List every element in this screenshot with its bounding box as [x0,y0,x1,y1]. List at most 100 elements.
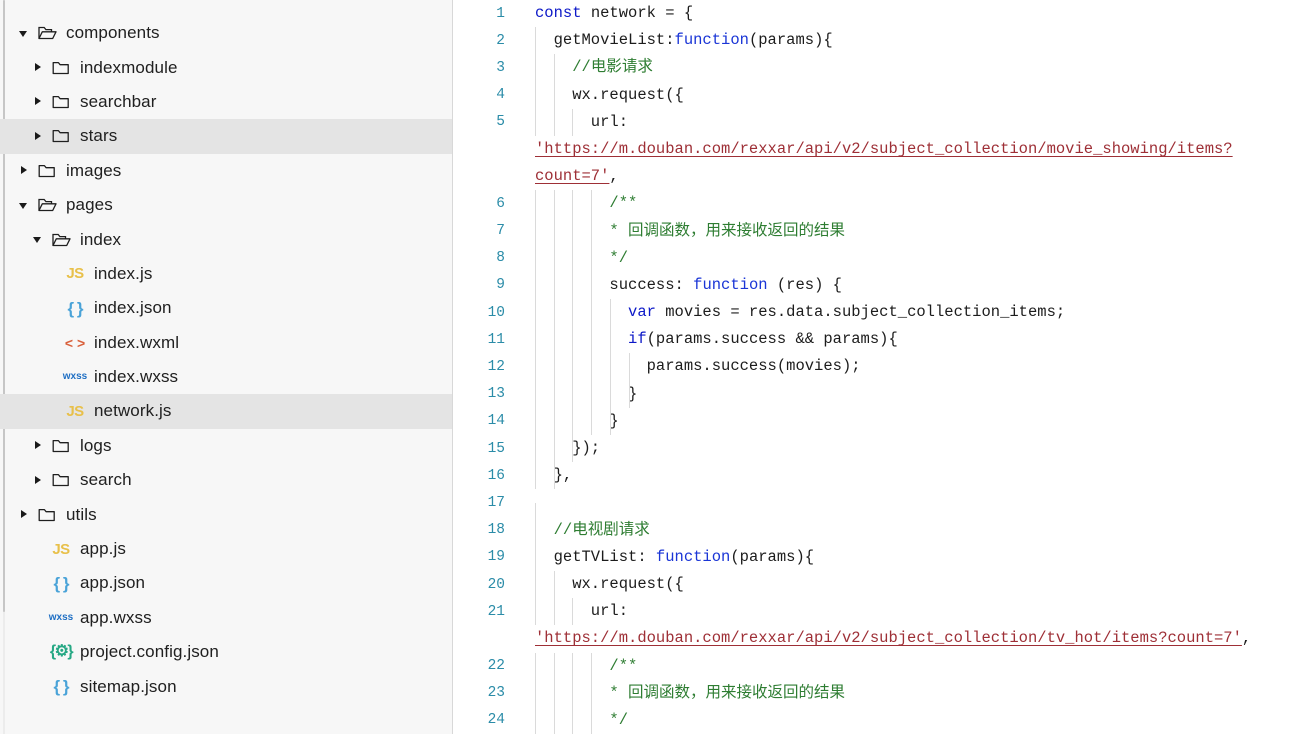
file-type-badge: JS [52,540,70,558]
code-line: 18 //电视剧请求 [453,516,1311,544]
indent-guide [535,543,536,571]
wxml-file-icon: < > [62,336,88,350]
code-token: count=7' [535,167,610,186]
indent-guide [572,299,574,327]
json-file-icon: { } [48,575,74,592]
line-number: 12 [487,359,505,376]
code-line: 16 }, [453,462,1311,490]
line-number: 5 [496,114,505,131]
json-file-icon: { } [48,678,74,695]
folder-icon [48,60,74,76]
code-line: 19 getTVList: function(params){ [453,543,1311,571]
code-line: 2 getMovieList:function(params){ [453,27,1311,55]
indent-guide [535,299,536,327]
tree-item-index-wxml[interactable]: < > index.wxml [0,326,452,360]
chevron-right-icon[interactable] [32,61,45,74]
indent-guide [535,516,536,544]
tree-item-index-js[interactable]: JS index.js [0,257,452,291]
folder-icon [48,94,74,110]
chevron-right-icon[interactable] [32,95,45,108]
chevron-down-icon[interactable] [18,199,31,212]
tree-item-pages[interactable]: pages [0,188,452,222]
tree-item-stars[interactable]: stars [0,119,452,154]
tree-item-app-json[interactable]: { } app.json [0,566,452,600]
chevron-right-icon[interactable] [32,130,45,143]
tree-item-label: index.js [94,263,153,283]
chevron-down-icon[interactable] [32,233,45,246]
indent-guide [535,244,536,272]
code-text: if(params.success && params){ [535,326,898,354]
file-type-badge: { } [53,573,70,593]
indent-guide [553,353,555,381]
code-line: 7 * 回调函数，用来接收返回的结果 [453,217,1311,245]
code-line: 1 const network = { [453,0,1311,27]
tree-item-logs[interactable]: logs [0,429,452,463]
line-number: 10 [487,304,505,321]
code-line: 22 /** [453,652,1311,680]
indent-guide [572,435,574,463]
code-line: 3 //电影请求 [453,54,1311,82]
indent-guide [609,353,611,381]
indent-guide [591,190,593,218]
indent-guide [591,244,593,272]
code-text: } [535,407,619,435]
code-token: function [674,31,749,50]
file-explorer-sidebar: components indexmodule searchbar stars image… [0,0,453,734]
chevron-right-icon[interactable] [18,164,31,177]
indent-guide [553,299,555,327]
line-number: 7 [496,223,505,240]
chevron-right-icon[interactable] [18,508,31,521]
tree-item-index-wxss[interactable]: wxss index.wxss [0,360,452,394]
chevron-right-icon[interactable] [32,439,45,452]
line-number: 19 [487,549,505,566]
code-token: , [1241,629,1252,648]
code-editor[interactable]: 1 const network = {2 getMovieList:functio… [453,0,1311,734]
code-text: }); [535,435,600,463]
tree-item-components[interactable]: components [0,16,452,50]
code-text: //电影请求 [535,54,653,82]
indent-guide [591,271,593,300]
indent-guide [553,652,555,680]
tree-item-images[interactable]: images [0,154,452,188]
tree-item-project-config-json[interactable]: {⚙} project.config.json [0,635,452,669]
code-line: 23 * 回调函数，用来接收返回的结果 [453,679,1311,707]
code-text: url: [535,108,628,136]
indent-guide [553,679,555,707]
tree-item-sitemap-json[interactable]: { } sitemap.json [0,669,452,703]
code-token: if [628,330,647,349]
tree-item-app-wxss[interactable]: wxss app.wxss [0,601,452,635]
folder-open-icon [34,25,60,41]
indent-guide [572,190,574,218]
code-text: }, [535,462,572,490]
line-number: 15 [487,440,505,457]
code-line: 24 */ [453,706,1311,734]
code-line: 14 } [453,407,1311,435]
indent-guide [535,570,536,599]
code-line-wrapped: 'https://m.douban.com/rexxar/api/v2/subj… [453,136,1311,163]
tree-item-indexmodule[interactable]: indexmodule [0,50,452,84]
code-token: /** [609,656,638,675]
line-number: 23 [487,685,505,702]
tree-item-utils[interactable]: utils [0,497,452,531]
code-token: wx.request({ [535,85,684,104]
code-token: getTVList: [535,547,656,566]
tree-item-search[interactable]: search [0,463,452,497]
json-file-icon: { } [62,300,88,317]
tree-item-index-json[interactable]: { } index.json [0,291,452,325]
code-line: 12 params.success(movies); [453,353,1311,381]
code-token: /** [609,194,638,213]
indent-guide [553,108,555,136]
indent-guide [572,108,574,136]
indent-guide [553,407,555,435]
chevron-down-icon[interactable] [18,27,31,40]
indent-guide [535,679,536,707]
code-line: 20 wx.request({ [453,570,1311,599]
tree-item-app-js[interactable]: JS app.js [0,532,452,566]
tree-item-searchbar[interactable]: searchbar [0,85,452,119]
tree-item-network-js[interactable]: JS network.js [0,394,452,429]
code-token: } [535,384,638,403]
chevron-right-icon[interactable] [32,474,45,487]
tree-item-index[interactable]: index [0,222,452,256]
